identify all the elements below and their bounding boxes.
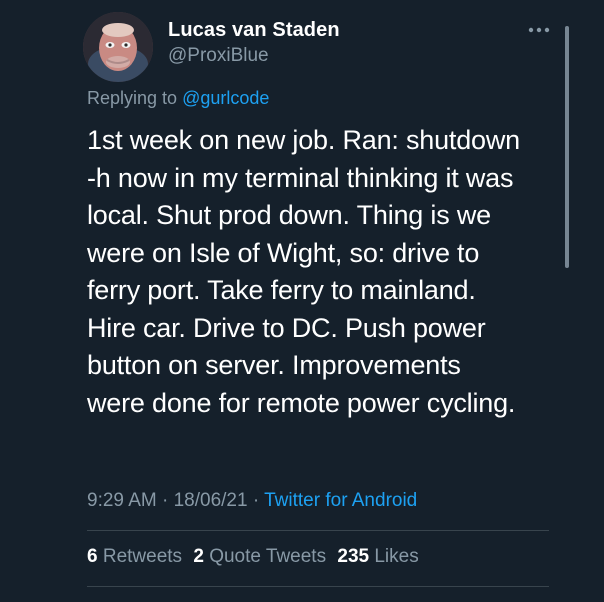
replying-to: Replying to @gurlcode [87,88,269,109]
mention-link[interactable]: @gurlcode [182,88,269,108]
tweet-line: 1st week on new job. Ran: shutdown [87,125,520,155]
tweet-line: -h now in my terminal thinking it was [87,162,514,193]
divider [87,586,549,587]
tweet-text: 1st week on new job. Ran: shutdown -h no… [87,122,557,422]
author-handle[interactable]: @ProxiBlue [168,45,269,67]
tweet-line: ferry port. Take ferry to mainland. [87,275,476,305]
tweet-line: button on server. Improvements [87,350,461,380]
quote-tweets-count: 2 [193,546,204,567]
user-avatar-icon [83,12,153,82]
tweet-source[interactable]: Twitter for Android [264,490,417,511]
tweet-line: were done for remote power cycling. [87,387,516,418]
retweets-stat[interactable]: 6 Retweets [87,546,182,567]
likes-count: 235 [337,546,370,567]
likes-stat[interactable]: 235 Likes [337,546,418,567]
tweet-line: were on Isle of Wight, so: drive to [87,237,480,268]
avatar[interactable] [83,12,153,82]
more-options-icon[interactable] [524,18,554,42]
tweet-line: Hire car. Drive to DC. Push power [87,312,486,343]
author-display-name[interactable]: Lucas van Staden [168,19,340,42]
divider [87,530,549,531]
tweet-date[interactable]: 18/06/21 [174,490,248,511]
meta-separator: · [252,490,260,511]
retweets-count: 6 [87,546,98,567]
retweets-label: Retweets [102,546,183,567]
quote-tweets-label: Quote Tweets [209,546,327,567]
tweet-time[interactable]: 9:29 AM [87,490,157,511]
replying-to-label: Replying to [87,88,178,108]
tweet-meta: 9:29 AM · 18/06/21 · Twitter for Android [87,490,417,512]
tweet-stats: 6 Retweets 2 Quote Tweets 235 Likes [87,546,425,568]
likes-label: Likes [374,546,419,567]
meta-separator: · [162,490,169,511]
quote-tweets-stat[interactable]: 2 Quote Tweets [193,546,326,567]
scrollbar[interactable] [565,26,569,268]
tweet-line: local. Shut prod down. Thing is we [87,200,491,230]
